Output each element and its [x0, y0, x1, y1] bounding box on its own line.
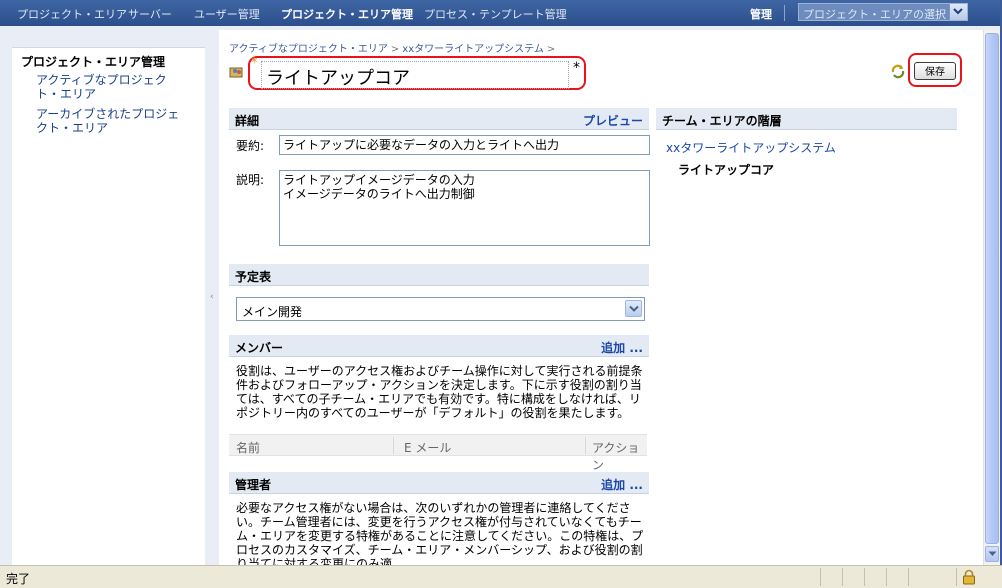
- top-nav-bar: プロジェクト・エリア サーバー ユーザー管理 プロジェクト・エリア管理 プロセス…: [0, 0, 1002, 26]
- members-section-header: メンバー 追加 ...: [229, 335, 649, 357]
- lock-icon: [962, 569, 976, 588]
- team-area-icon: [229, 64, 245, 83]
- nav-admin[interactable]: 管理: [750, 6, 772, 22]
- collapse-arrow-icon[interactable]: ‹: [210, 292, 214, 302]
- column-name[interactable]: 名前: [236, 439, 260, 456]
- status-text: 完了: [6, 572, 31, 586]
- hierarchy-parent-link[interactable]: xxタワーライトアップシステム: [666, 139, 836, 156]
- refresh-icon[interactable]: [890, 63, 906, 82]
- chevron-down-icon[interactable]: [949, 4, 967, 20]
- save-button[interactable]: 保存: [914, 62, 956, 80]
- hierarchy-current-item: ライトアップコア: [678, 163, 775, 177]
- summary-label: 要約:: [236, 139, 265, 153]
- breadcrumb-project[interactable]: xxタワーライトアップシステム: [402, 44, 544, 55]
- team-area-name-input[interactable]: ライトアップコア: [261, 61, 569, 89]
- column-action[interactable]: アクション: [592, 439, 647, 473]
- schedule-heading: 予定表: [235, 270, 272, 284]
- members-table-header: 名前 E メール アクション: [229, 434, 647, 472]
- left-nav-active-project-areas[interactable]: アクティブなプロジェクト・エリア: [36, 73, 181, 101]
- scrollbar-thumb[interactable]: [985, 33, 999, 544]
- left-nav-panel: プロジェクト・エリア管理 アクティブなプロジェクト・エリア アーカイブされたプロ…: [12, 47, 205, 566]
- required-marker: *: [251, 56, 258, 71]
- team-hierarchy-header: チーム・エリアの階層: [656, 108, 957, 130]
- main-content: アクティブなプロジェクト・エリア > xxタワーライトアップシステム > ライトアップ…: [219, 30, 983, 565]
- admins-section-header: 管理者 追加 ...: [229, 472, 649, 494]
- breadcrumb: アクティブなプロジェクト・エリア > xxタワーライトアップシステム >: [229, 44, 556, 55]
- members-description: 役割は、ユーザーのアクセス権およびチーム操作に対して実行される前提条件およびフォ…: [236, 364, 643, 420]
- left-nav-heading: プロジェクト・エリア管理: [21, 55, 166, 69]
- panel-splitter[interactable]: ‹: [206, 30, 218, 565]
- unsaved-marker: *: [573, 60, 580, 76]
- nav-user-management[interactable]: ユーザー管理: [194, 6, 260, 22]
- add-member-link[interactable]: 追加 ...: [601, 339, 643, 356]
- nav-server[interactable]: サーバー: [128, 6, 172, 22]
- vertical-scrollbar[interactable]: [983, 30, 1000, 565]
- details-section-header: 詳細 プレビュー: [229, 108, 649, 130]
- project-area-selector[interactable]: プロジェクト・エリアの選択: [798, 3, 968, 21]
- breadcrumb-active-project-areas[interactable]: アクティブなプロジェクト・エリア: [229, 44, 388, 55]
- members-heading: メンバー: [235, 341, 284, 355]
- preview-link[interactable]: プレビュー: [583, 112, 643, 129]
- add-admin-link[interactable]: 追加 ...: [601, 476, 643, 493]
- status-bar: 完了: [0, 565, 1002, 588]
- nav-project-area[interactable]: プロジェクト・エリア: [17, 6, 127, 22]
- chevron-down-icon[interactable]: [625, 300, 642, 317]
- project-area-selector-placeholder: プロジェクト・エリアの選択: [803, 8, 946, 21]
- team-hierarchy-heading: チーム・エリアの階層: [662, 114, 782, 128]
- nav-divider: [784, 5, 785, 21]
- schedule-selected-value: メイン開発: [242, 305, 303, 319]
- admins-heading: 管理者: [235, 478, 272, 492]
- nav-project-area-management[interactable]: プロジェクト・エリア管理: [281, 6, 413, 22]
- nav-process-template-management[interactable]: プロセス・テンプレート管理: [424, 6, 567, 22]
- scroll-down-icon[interactable]: [985, 546, 999, 562]
- schedule-select[interactable]: メイン開発: [236, 297, 645, 321]
- column-email[interactable]: E メール: [404, 439, 451, 456]
- summary-input[interactable]: ライトアップに必要なデータの入力とライトへ出力: [279, 135, 650, 155]
- left-nav-archived-project-areas[interactable]: アーカイブされたプロジェクト・エリア: [36, 107, 181, 135]
- admins-description: 必要なアクセス権がない場合は、次のいずれかの管理者に連絡してください。チーム管理…: [236, 501, 644, 565]
- details-heading: 詳細: [235, 114, 260, 128]
- description-label: 説明:: [236, 173, 265, 187]
- description-textarea[interactable]: ライトアップイメージデータの入力 イメージデータのライトへ出力制御: [279, 170, 650, 246]
- schedule-section-header: 予定表: [229, 264, 649, 286]
